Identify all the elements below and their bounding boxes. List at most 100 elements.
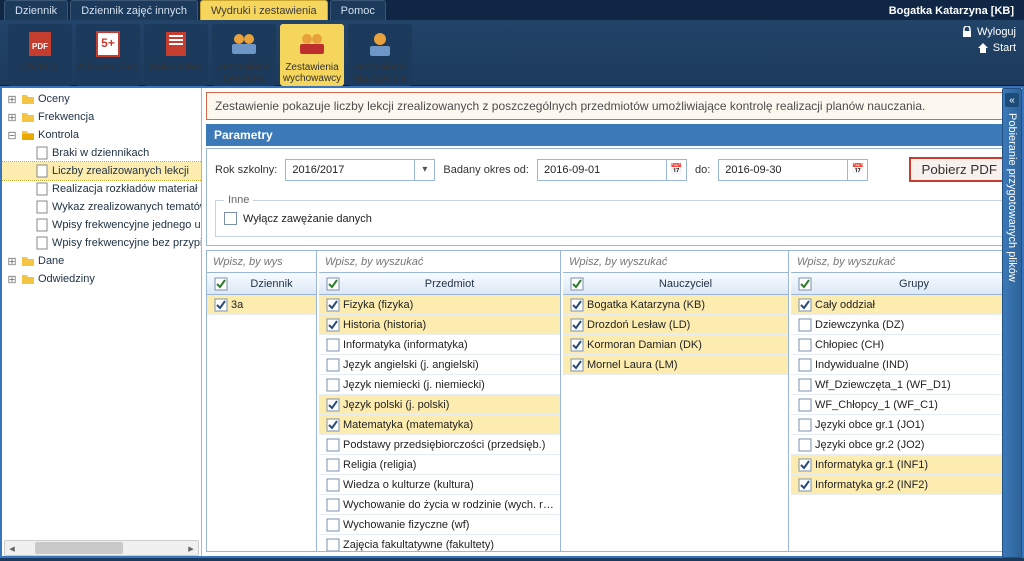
- checkbox-wrap[interactable]: [567, 358, 587, 372]
- scroll-right-icon[interactable]: ▸: [184, 542, 198, 555]
- tree-wpisy1[interactable]: Wpisy frekwencyjne jednego u: [2, 216, 202, 234]
- list-item[interactable]: Matematyka (matematyka): [319, 415, 560, 435]
- checkbox-wrap[interactable]: [323, 518, 343, 532]
- checkbox-header-icon[interactable]: [211, 277, 231, 291]
- checkbox-header-icon[interactable]: [795, 277, 815, 291]
- checkbox-header-icon[interactable]: [323, 277, 343, 291]
- list-item[interactable]: Wf_Dziewczęta_1 (WF_D1): [791, 375, 1017, 395]
- search-grupy[interactable]: [791, 251, 1017, 273]
- list-item[interactable]: Mornel Laura (LM): [563, 355, 788, 375]
- list-item[interactable]: Drozdoń Lesław (LD): [563, 315, 788, 335]
- ribbon-wydruki[interactable]: PDF Wydruki: [8, 24, 72, 86]
- list-item[interactable]: Indywidualne (IND): [791, 355, 1017, 375]
- tree-frekwencja[interactable]: ⊞ Frekwencja: [2, 108, 202, 126]
- checkbox-wrap[interactable]: [795, 438, 815, 452]
- tree-kontrola[interactable]: ⊟ Kontrola: [2, 126, 202, 144]
- list-grupy[interactable]: Cały oddziałDziewczynka (DZ)Chłopiec (CH…: [791, 295, 1017, 551]
- header-dziennik[interactable]: Dziennik: [207, 273, 316, 295]
- list-nauczyciel[interactable]: Bogatka Katarzyna (KB)Drozdoń Lesław (LD…: [563, 295, 788, 551]
- checkbox-wrap[interactable]: [795, 458, 815, 472]
- header-przedmiot[interactable]: Przedmiot: [319, 273, 560, 295]
- tree-rozklad[interactable]: Realizacja rozkładów materiał: [2, 180, 202, 198]
- checkbox-wrap[interactable]: [323, 378, 343, 392]
- wylacz-checkbox-wrap[interactable]: Wyłącz zawężanie danych: [224, 212, 372, 225]
- ribbon-zdyrektora[interactable]: Zestawienia dyrektora: [212, 24, 276, 86]
- list-item[interactable]: 3a: [207, 295, 316, 315]
- tree-oceny[interactable]: ⊞ Oceny: [2, 90, 202, 108]
- list-item[interactable]: Języki obce gr.1 (JO1): [791, 415, 1017, 435]
- checkbox-wrap[interactable]: [323, 438, 343, 452]
- pobierz-pdf-button[interactable]: Pobierz PDF: [909, 157, 1009, 182]
- checkbox-wrap[interactable]: [323, 458, 343, 472]
- rok-combo[interactable]: 2016/2017 ▾: [285, 159, 435, 181]
- date-od[interactable]: 2016-09-01 📅: [537, 159, 687, 181]
- scrollbar-thumb[interactable]: [35, 542, 123, 554]
- checkbox-wrap[interactable]: [323, 418, 343, 432]
- list-item[interactable]: Język angielski (j. angielski): [319, 355, 560, 375]
- list-item[interactable]: Zajęcia fakultatywne (fakultety): [319, 535, 560, 551]
- checkbox-wrap[interactable]: [795, 418, 815, 432]
- start-link[interactable]: Start: [977, 42, 1016, 54]
- checkbox-wrap[interactable]: [795, 398, 815, 412]
- list-item[interactable]: Dziewczynka (DZ): [791, 315, 1017, 335]
- list-item[interactable]: Podstawy przedsiębiorczości (przedsięb.): [319, 435, 560, 455]
- wylacz-checkbox[interactable]: [224, 212, 237, 225]
- checkbox-wrap[interactable]: [323, 498, 343, 512]
- checkbox-wrap[interactable]: [323, 398, 343, 412]
- list-item[interactable]: Informatyka gr.1 (INF1): [791, 455, 1017, 475]
- list-item[interactable]: Informatyka (informatyka): [319, 335, 560, 355]
- list-item[interactable]: Język niemiecki (j. niemiecki): [319, 375, 560, 395]
- checkbox-wrap[interactable]: [795, 298, 815, 312]
- scrollbar-horizontal[interactable]: ◂ ▸: [4, 540, 199, 556]
- checkbox-wrap[interactable]: [567, 298, 587, 312]
- checkbox-wrap[interactable]: [795, 358, 815, 372]
- tree-wpisy2[interactable]: Wpisy frekwencyjne bez przypi: [2, 234, 202, 252]
- header-nauczyciel[interactable]: Nauczyciel: [563, 273, 788, 295]
- list-item[interactable]: Religia (religia): [319, 455, 560, 475]
- tree-braki[interactable]: Braki w dziennikach: [2, 144, 202, 162]
- list-item[interactable]: Języki obce gr.2 (JO2): [791, 435, 1017, 455]
- logout-link[interactable]: Wyloguj: [961, 26, 1016, 38]
- tab-pomoc[interactable]: Pomoc: [330, 0, 386, 20]
- ribbon-zwychowawcy[interactable]: Zestawienia wychowawcy: [280, 24, 344, 86]
- checkbox-wrap[interactable]: [323, 298, 343, 312]
- list-item[interactable]: Informatyka gr.2 (INF2): [791, 475, 1017, 495]
- checkbox-wrap[interactable]: [323, 338, 343, 352]
- checkbox-wrap[interactable]: [795, 378, 815, 392]
- checkbox-wrap[interactable]: [323, 358, 343, 372]
- tree-dane[interactable]: ⊞ Dane: [2, 252, 202, 270]
- list-item[interactable]: Kormoran Damian (DK): [563, 335, 788, 355]
- tab-dziennik[interactable]: Dziennik: [4, 0, 68, 20]
- checkbox-wrap[interactable]: [211, 298, 231, 312]
- ribbon-swiadectwa[interactable]: Świadectwa: [144, 24, 208, 86]
- tree-odwiedziny[interactable]: ⊞ Odwiedziny: [2, 270, 202, 288]
- checkbox-wrap[interactable]: [795, 478, 815, 492]
- tab-dzinne[interactable]: Dziennik zajęć innych: [70, 0, 198, 20]
- checkbox-wrap[interactable]: [323, 538, 343, 552]
- checkbox-wrap[interactable]: [323, 478, 343, 492]
- checkbox-wrap[interactable]: [795, 338, 815, 352]
- list-item[interactable]: Wychowanie fizyczne (wf): [319, 515, 560, 535]
- scroll-left-icon[interactable]: ◂: [5, 542, 19, 555]
- list-item[interactable]: Wychowanie do życia w rodzinie (wych. ro…: [319, 495, 560, 515]
- list-item[interactable]: WF_Chłopcy_1 (WF_C1): [791, 395, 1017, 415]
- search-dziennik[interactable]: [207, 251, 316, 273]
- list-item[interactable]: Chłopiec (CH): [791, 335, 1017, 355]
- list-item[interactable]: Wiedza o kulturze (kultura): [319, 475, 560, 495]
- ribbon-znauczyciela[interactable]: Zestawienia nauczyciela: [348, 24, 412, 86]
- list-przedmiot[interactable]: Fizyka (fizyka)Historia (historia)Inform…: [319, 295, 560, 551]
- tree-panel[interactable]: ⊞ Oceny ⊞ Frekwencja ⊟ Kontrola Braki w …: [2, 88, 202, 556]
- list-item[interactable]: Historia (historia): [319, 315, 560, 335]
- list-item[interactable]: Bogatka Katarzyna (KB): [563, 295, 788, 315]
- download-panel-tab[interactable]: « Pobieranie przygotowanych plików: [1002, 88, 1022, 558]
- list-item[interactable]: Język polski (j. polski): [319, 395, 560, 415]
- date-do[interactable]: 2016-09-30 📅: [718, 159, 868, 181]
- tab-wydruki[interactable]: Wydruki i zestawienia: [200, 0, 328, 20]
- checkbox-wrap[interactable]: [795, 318, 815, 332]
- checkbox-header-icon[interactable]: [567, 277, 587, 291]
- checkbox-wrap[interactable]: [567, 338, 587, 352]
- tree-liczby[interactable]: Liczby zrealizowanych lekcji: [2, 162, 202, 180]
- list-item[interactable]: Fizyka (fizyka): [319, 295, 560, 315]
- list-dziennik[interactable]: 3a: [207, 295, 316, 551]
- ribbon-arkusze[interactable]: 5+ Arkusze ocen: [76, 24, 140, 86]
